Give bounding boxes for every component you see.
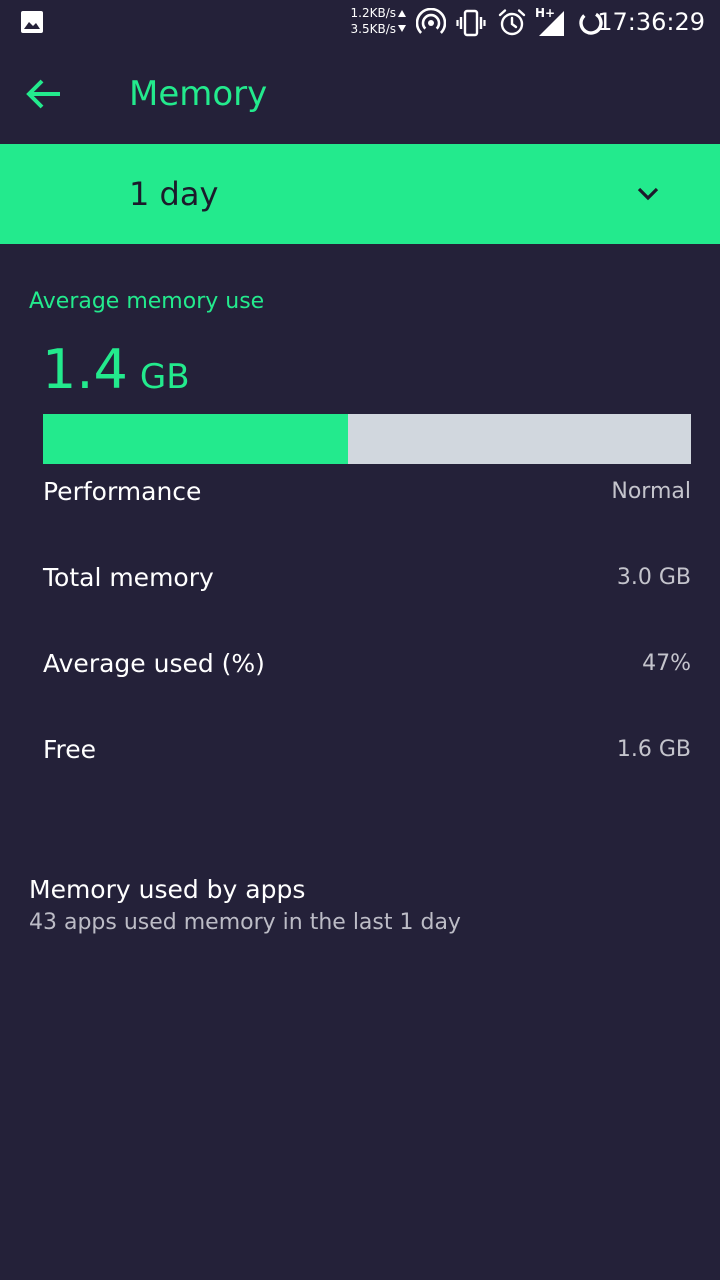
stat-value: Normal: [611, 479, 691, 504]
status-bar: 1.2KB/s 3.5KB/s H+ 17:36:29: [0, 0, 720, 44]
period-selected-value: 1 day: [129, 175, 219, 213]
app-bar: Memory: [0, 44, 720, 144]
stat-value: 3.0 GB: [616, 565, 691, 590]
apps-section-subtitle: 43 apps used memory in the last 1 day: [29, 910, 461, 935]
network-speed: 1.2KB/s 3.5KB/s: [344, 5, 396, 37]
chevron-down-icon: [637, 187, 659, 201]
section-title: Average memory use: [29, 289, 265, 314]
stat-label: Average used (%): [43, 649, 265, 678]
stat-label: Performance: [43, 477, 202, 506]
clock: 17:36:29: [597, 8, 705, 36]
stat-value: 1.6 GB: [616, 737, 691, 762]
stat-label: Total memory: [43, 563, 214, 592]
stat-row-average-used: Average used (%) 47%: [43, 644, 691, 684]
gallery-icon: [21, 11, 43, 33]
page-title: Memory: [129, 74, 268, 114]
data-arrows-icon: [398, 10, 406, 32]
stat-row-performance: Performance Normal: [43, 472, 691, 512]
apps-section-title: Memory used by apps: [29, 875, 306, 904]
memory-usage-bar-fill: [43, 414, 348, 464]
stat-label: Free: [43, 735, 97, 764]
download-speed: 3.5KB/s: [350, 22, 396, 36]
vibrate-icon: [456, 9, 486, 37]
upload-speed: 1.2KB/s: [350, 6, 396, 20]
hotspot-icon: [416, 8, 446, 34]
average-memory-value: 1.4 GB: [42, 336, 190, 411]
stat-row-free: Free 1.6 GB: [43, 730, 691, 770]
memory-usage-bar: [43, 414, 691, 464]
memory-amount: 1.4: [42, 338, 128, 401]
stat-row-total-memory: Total memory 3.0 GB: [43, 558, 691, 598]
memory-unit: GB: [139, 357, 190, 397]
signal-icon: [539, 11, 564, 36]
arrow-back-icon[interactable]: [20, 70, 68, 118]
period-selector[interactable]: 1 day: [0, 144, 720, 244]
alarm-icon: [498, 9, 526, 36]
stat-value: 47%: [642, 651, 691, 676]
